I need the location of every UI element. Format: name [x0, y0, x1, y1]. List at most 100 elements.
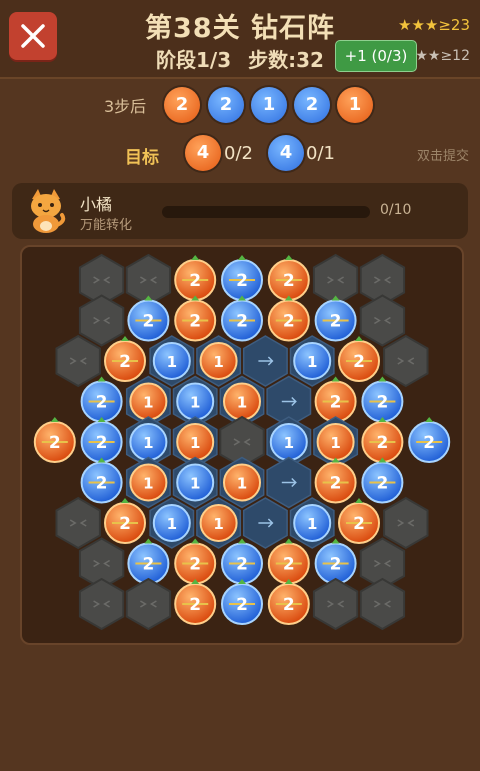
svg-text:2: 2 [236, 271, 248, 291]
cell-blue-2[interactable]: 2 [314, 538, 357, 585]
svg-text:1: 1 [143, 394, 153, 412]
cell-orange-2[interactable]: 2 [174, 255, 217, 301]
svg-text:2: 2 [376, 474, 388, 494]
cell-locked[interactable] [359, 577, 406, 631]
cell-blue-2[interactable]: 2 [80, 417, 123, 463]
svg-text:2: 2 [283, 555, 295, 575]
cell-orange-2[interactable]: 2 [33, 417, 76, 463]
cell-locked[interactable] [55, 496, 101, 550]
helper-card[interactable]: 小橘 万能转化 0/10 [12, 183, 468, 239]
cell-locked[interactable] [359, 294, 406, 347]
svg-text:1: 1 [284, 434, 294, 452]
svg-text:2: 2 [376, 433, 388, 453]
game-board[interactable]: 2 2 22 2 2 2 22 1 1 1 22 1 1 1 2 22 2 1 1 1 1 2 22 1 1 1 2 22 1 1 1 22 2… [22, 247, 462, 643]
cell-blue-1[interactable]: 1 [289, 497, 335, 549]
helper-ability: 万能转化 [80, 218, 133, 233]
cell-orange-2[interactable]: 2 [174, 295, 217, 342]
two-star-threshold: ★★≥12 [415, 48, 470, 64]
steps-label: 步数:32 [248, 48, 324, 72]
svg-text:1: 1 [307, 515, 317, 533]
cell-blue-2[interactable]: 2 [314, 295, 357, 342]
svg-text:1: 1 [190, 434, 200, 452]
svg-text:1: 1 [237, 394, 247, 412]
cell-blue-2[interactable]: 2 [408, 417, 451, 463]
svg-text:2: 2 [353, 514, 365, 534]
cell-orange-2[interactable]: 2 [267, 538, 310, 585]
cell-arrow-empty[interactable] [242, 335, 288, 387]
helper-progress-bar [162, 206, 370, 218]
cell-blue-1[interactable]: 1 [149, 497, 195, 549]
svg-text:1: 1 [307, 353, 317, 371]
svg-text:2: 2 [353, 352, 365, 372]
cell-blue-2[interactable]: 2 [221, 579, 263, 625]
stage-steps: 阶段1/3 步数:32 [156, 44, 324, 73]
goal-ball-blue: 4 [268, 135, 304, 171]
svg-text:1: 1 [190, 475, 200, 493]
svg-text:2: 2 [423, 433, 435, 453]
cell-orange-2[interactable]: 2 [314, 457, 357, 504]
stage-label: 阶段1/3 [156, 48, 232, 72]
cell-blue-2[interactable]: 2 [127, 538, 170, 585]
cell-blue-2[interactable]: 2 [127, 295, 170, 342]
cell-orange-2[interactable]: 2 [361, 417, 404, 463]
cell-blue-1[interactable]: 1 [289, 335, 335, 387]
cell-orange-2[interactable]: 2 [338, 498, 380, 544]
goal-count: 0/1 [306, 143, 335, 164]
svg-text:2: 2 [49, 433, 61, 453]
cell-blue-2[interactable]: 2 [221, 255, 263, 301]
cell-orange-2[interactable]: 2 [338, 336, 380, 382]
helper-name: 小橘 [80, 195, 113, 214]
cell-locked[interactable] [383, 334, 429, 388]
cell-orange-2[interactable]: 2 [267, 255, 310, 301]
cell-orange-2[interactable]: 2 [267, 295, 310, 342]
add-steps-button[interactable]: +1 (0/3) [335, 40, 417, 72]
helper-progress-count: 0/10 [380, 202, 412, 218]
cell-arrow-empty[interactable] [266, 456, 312, 509]
cell-locked[interactable] [383, 496, 429, 550]
svg-text:2: 2 [283, 595, 295, 615]
goal-count: 0/2 [224, 143, 253, 164]
svg-text:1: 1 [143, 475, 153, 493]
double-tap-hint: 双击提交 [416, 149, 469, 164]
svg-text:1: 1 [143, 434, 153, 452]
cell-locked[interactable] [78, 577, 125, 631]
cell-blue-2[interactable]: 2 [80, 376, 123, 423]
cell-orange-2[interactable]: 2 [267, 579, 310, 625]
forecast-ball-orange: 1 [337, 87, 373, 123]
svg-text:2: 2 [330, 555, 342, 575]
cell-blue-2[interactable]: 2 [221, 295, 263, 342]
svg-text:2: 2 [119, 352, 131, 372]
cell-blue-1[interactable]: 1 [149, 335, 195, 387]
cell-orange-1[interactable]: 1 [219, 456, 265, 509]
cell-arrow-empty[interactable] [242, 497, 288, 549]
svg-text:1: 1 [330, 434, 340, 452]
cell-locked[interactable] [78, 294, 125, 347]
cell-orange-2[interactable]: 2 [104, 336, 146, 382]
cat-avatar-icon [31, 189, 66, 233]
cell-orange-1[interactable]: 1 [125, 456, 171, 509]
cell-blue-2[interactable]: 2 [80, 457, 123, 504]
cell-blue-2[interactable]: 2 [361, 457, 404, 504]
forecast-ball-blue: 2 [208, 87, 244, 123]
cell-orange-2[interactable]: 2 [174, 538, 217, 585]
svg-text:2: 2 [189, 555, 201, 575]
forecast-label: 3步后 [104, 97, 147, 116]
svg-text:2: 2 [283, 312, 295, 332]
three-star-threshold: ★★★≥23 [398, 16, 470, 34]
svg-text:2: 2 [96, 474, 108, 494]
cell-locked[interactable] [55, 334, 101, 388]
svg-text:2: 2 [142, 555, 154, 575]
cell-blue-2[interactable]: 2 [221, 538, 263, 585]
cell-locked[interactable] [312, 577, 359, 631]
cell-orange-2[interactable]: 2 [314, 376, 357, 423]
cell-orange-2[interactable]: 2 [104, 498, 146, 544]
svg-text:2: 2 [330, 393, 342, 413]
cell-blue-1[interactable]: 1 [172, 456, 218, 509]
svg-text:1: 1 [237, 475, 247, 493]
cell-orange-1[interactable]: 1 [196, 335, 242, 387]
cell-orange-2[interactable]: 2 [174, 579, 217, 625]
cell-locked[interactable] [125, 577, 172, 631]
goal-label: 目标 [125, 148, 159, 168]
cell-blue-2[interactable]: 2 [361, 376, 404, 423]
cell-orange-1[interactable]: 1 [196, 497, 242, 549]
